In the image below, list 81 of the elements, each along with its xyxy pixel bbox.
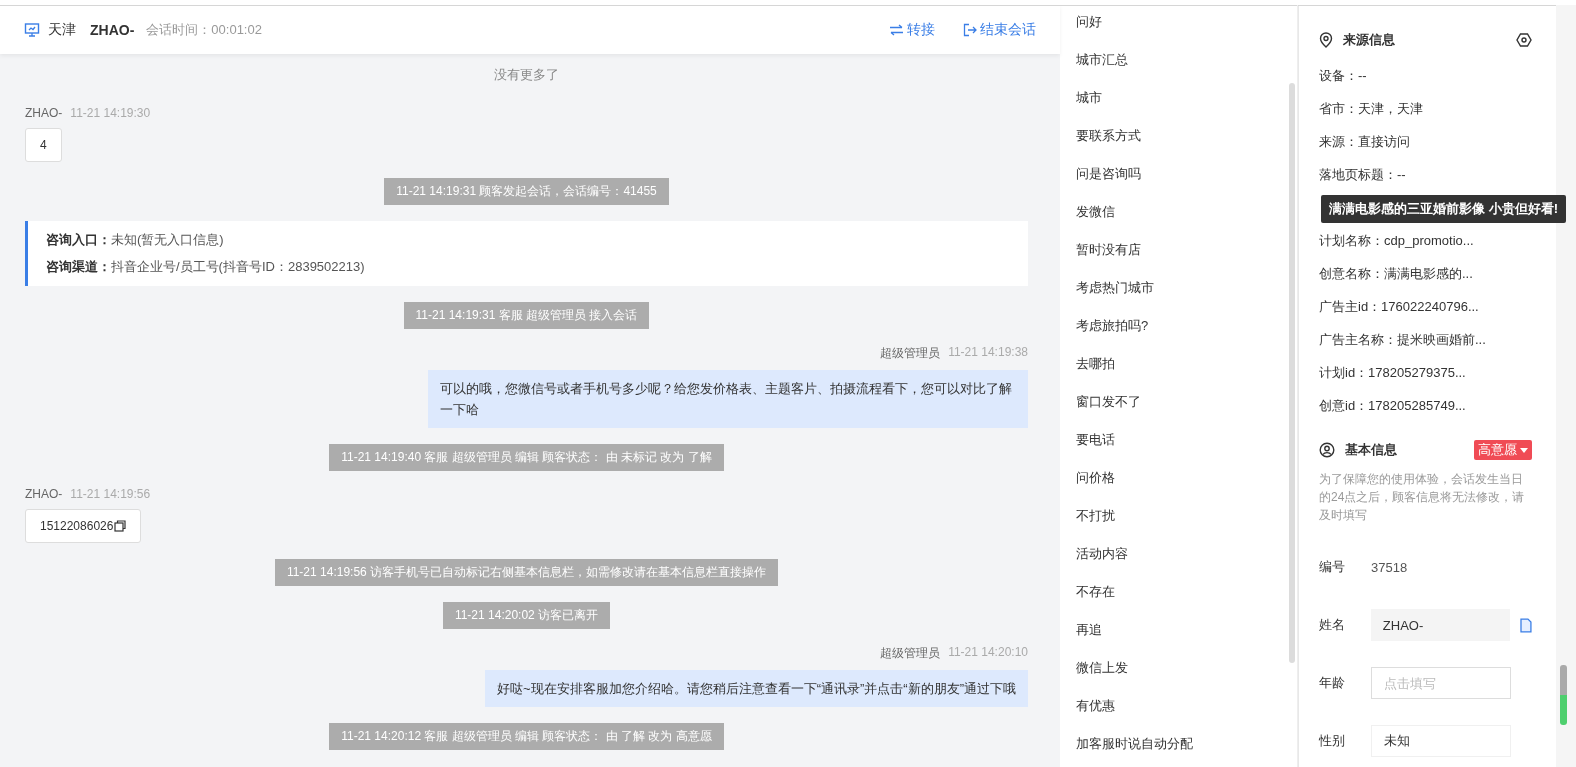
transfer-button[interactable]: 转接 (889, 21, 935, 39)
caret-icon (1520, 447, 1528, 453)
section-title: 来源信息 (1343, 31, 1395, 49)
source-info-row-text: 创意名称：满满电影感的... (1319, 265, 1474, 283)
sender-name: 超级管理员 (880, 645, 941, 662)
quick-reply-item[interactable]: 暂时没有店 (1076, 241, 1297, 279)
quick-reply-item[interactable]: 问价格 (1076, 469, 1297, 507)
agent-message: 可以的哦，您微信号或者手机号多少呢？给您发价格表、主题客片、拍摄流程看下，您可以对比了解一下哈 (428, 370, 1028, 428)
location-pin-icon (1319, 32, 1333, 48)
entry-label: 咨询入口： (46, 232, 111, 247)
system-message: 11-21 14:20:02 访客已离开 (442, 602, 611, 629)
end-session-button[interactable]: 结束会话 (963, 21, 1036, 39)
scrollbar[interactable] (1289, 83, 1295, 663)
quick-reply-item[interactable]: 不存在 (1076, 583, 1297, 621)
quick-reply-item[interactable]: 窗口发不了 (1076, 393, 1297, 431)
source-info-row-text: 设备：-- (1319, 67, 1368, 85)
monitor-icon (24, 22, 40, 38)
gender-select[interactable]: 未知 (1371, 725, 1511, 757)
quick-reply-item[interactable]: 要联系方式 (1076, 127, 1297, 165)
quick-reply-item[interactable]: 城市汇总 (1076, 51, 1297, 89)
sender-name: ZHAO- (25, 487, 63, 501)
page-scrollbar[interactable] (1556, 5, 1576, 767)
sender-name: ZHAO- (25, 106, 63, 120)
user-icon (1319, 442, 1335, 458)
system-message: 11-21 14:19:40 客服 超级管理员 编辑 顾客状态： 由 未标记 改为 了解 (329, 444, 724, 471)
quick-reply-item[interactable]: 去哪拍 (1076, 355, 1297, 393)
visitor-message: 4 (25, 128, 62, 162)
field-label: 姓名 (1319, 616, 1346, 634)
quick-reply-item[interactable]: 加客服时说自动分配 (1076, 735, 1297, 767)
section-title: 基本信息 (1345, 441, 1397, 459)
quick-reply-item[interactable]: 考虑旅拍吗? (1076, 317, 1297, 355)
source-info-row-text: 广告主id：176022240796... (1319, 298, 1480, 316)
system-message: 11-21 14:19:56 访客手机号已自动标记右侧基本信息栏，如需修改请在基本信息栏直接操作 (274, 559, 779, 586)
quick-reply-item[interactable]: 发微信 (1076, 203, 1297, 241)
field-value: 37518 (1371, 559, 1408, 575)
field-label: 性别 (1319, 732, 1346, 750)
exit-icon (963, 23, 977, 37)
source-info-row-text: 广告主名称：提米映画婚前... (1319, 331, 1487, 349)
source-info-row-text: 来源：直接访问 (1319, 133, 1411, 151)
session-duration: 会话时间：00:01:02 (146, 21, 262, 39)
tooltip: 满满电影感的三亚婚前影像 小贵但好看! (1321, 195, 1566, 223)
source-info-row-text: 省市：天津，天津 (1319, 100, 1424, 118)
notice-text: 为了保障您的使用体验，会话发生当日的24点之后，顾客信息将无法修改，请及时填写 (1319, 471, 1526, 524)
age-input[interactable]: 点击填写 (1371, 667, 1511, 699)
quick-reply-item[interactable]: 问是咨询吗 (1076, 165, 1297, 203)
intent-dropdown[interactable]: 高意愿 (1474, 440, 1532, 460)
agent-message: 好哒~现在安排客服加您介绍哈。请您稍后注意查看一下“通讯录”并点击“新的朋友”通过下哦 (485, 670, 1028, 707)
visitor-message: 15122086026 (25, 509, 142, 543)
source-info-row-text: 落地页标题：-- (1319, 166, 1407, 184)
settings-icon[interactable] (1516, 32, 1532, 48)
message-time: 11-21 14:19:56 (70, 487, 151, 501)
quick-reply-item[interactable]: 城市 (1076, 89, 1297, 127)
city-label: 天津 (48, 21, 76, 39)
system-message: 11-21 14:19:31 客服 超级管理员 接入会话 (403, 302, 650, 329)
swap-arrows-icon (889, 24, 904, 36)
field-label: 年龄 (1319, 674, 1346, 692)
quick-reply-item[interactable]: 不打扰 (1076, 507, 1297, 545)
entry-value: 抖音企业号/员工号(抖音号ID：2839502213) (111, 259, 365, 274)
message-time: 11-21 14:19:30 (70, 106, 151, 120)
quick-reply-item[interactable]: 要电话 (1076, 431, 1297, 469)
quick-reply-item[interactable]: 再追 (1076, 621, 1297, 659)
message-time: 11-21 14:19:38 (948, 345, 1028, 361)
system-message: 11-21 14:20:12 客服 超级管理员 编辑 顾客状态： 由 了解 改为 高意愿 (329, 723, 724, 750)
quick-reply-item[interactable]: 活动内容 (1076, 545, 1297, 583)
copy-icon[interactable] (114, 520, 127, 532)
field-label: 编号 (1319, 558, 1346, 576)
visitor-name: ZHAO- (90, 22, 135, 38)
quick-reply-item[interactable]: 有优惠 (1076, 697, 1297, 735)
quick-reply-item[interactable]: 问好 (1076, 13, 1297, 51)
entry-label: 咨询渠道： (46, 259, 111, 274)
entry-value: 未知(暂无入口信息) (111, 232, 224, 247)
system-message: 11-21 14:19:31 顾客发起会话，会话编号：41455 (384, 178, 669, 205)
source-info-row-text: 计划id：178205279375... (1319, 364, 1467, 382)
quick-reply-item[interactable]: 考虑热门城市 (1076, 279, 1297, 317)
sender-name: 超级管理员 (880, 345, 941, 362)
quick-reply-item[interactable]: 微信上发 (1076, 659, 1297, 697)
source-info-row-text: 创意id：178205285749... (1319, 397, 1467, 415)
source-info-row-text: 计划名称：cdp_promotio... (1319, 232, 1475, 250)
name-field: ZHAO- (1370, 609, 1511, 641)
message-time: 11-21 14:20:10 (948, 645, 1028, 661)
no-more-note: 没有更多了 (494, 66, 559, 84)
